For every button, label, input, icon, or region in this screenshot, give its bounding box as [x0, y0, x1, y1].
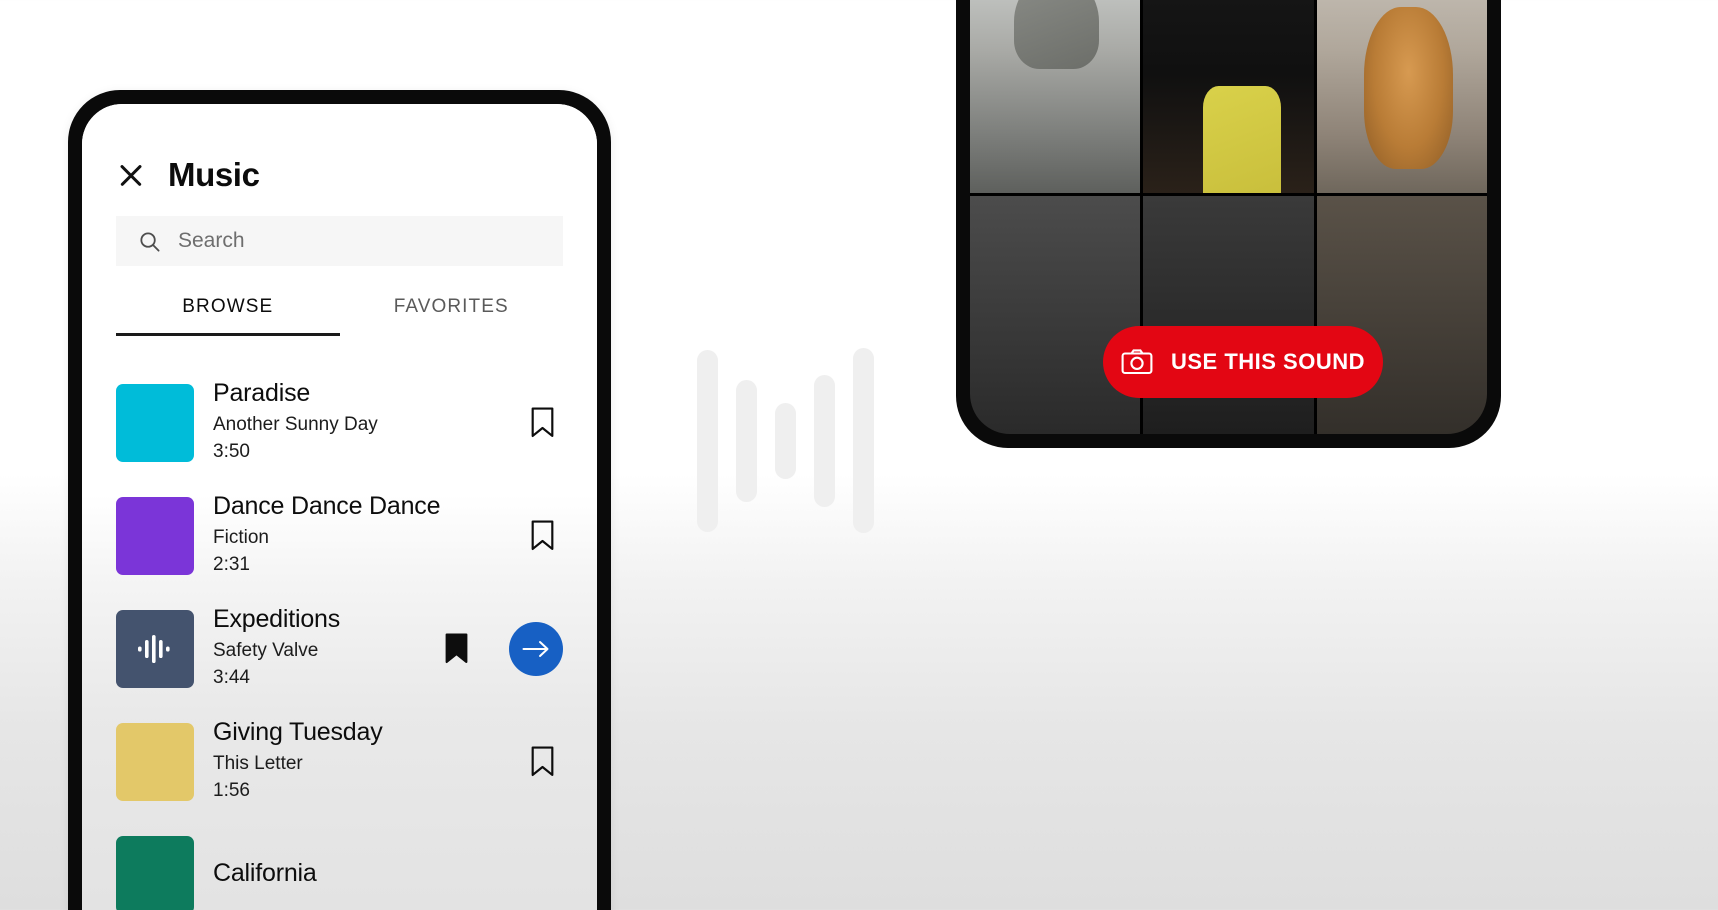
- left-phone-frame: Music BROWSE FAVORITES Paradise Another S…: [68, 90, 611, 910]
- song-meta: California: [213, 859, 563, 891]
- search-icon: [140, 231, 160, 252]
- song-duration: 1:56: [213, 780, 250, 802]
- song-meta: Expeditions Safety Valve 3:44: [213, 605, 435, 692]
- waveform-bar: [697, 349, 718, 532]
- song-title: Paradise: [213, 379, 311, 408]
- song-row[interactable]: California: [116, 818, 563, 910]
- use-this-sound-button[interactable]: USE THIS SOUND: [1103, 326, 1383, 398]
- song-artist: Safety Valve: [213, 639, 319, 661]
- song-artist: Fiction: [213, 526, 269, 548]
- song-list: Paradise Another Sunny Day 3:50 Dance Dance…: [116, 366, 563, 910]
- video-thumbnail[interactable]: [1316, 0, 1487, 193]
- bookmark-outline-icon[interactable]: [521, 746, 563, 777]
- video-thumbnail[interactable]: [1316, 196, 1487, 434]
- waveform-bar: [736, 379, 757, 502]
- arrow-right-button[interactable]: [509, 621, 563, 676]
- left-phone-screen: Music BROWSE FAVORITES Paradise Another S…: [82, 104, 597, 910]
- bookmark-outline-icon[interactable]: [521, 407, 563, 438]
- right-phone-screen: 4M views44K views42K views USE THIS SOUN…: [970, 0, 1487, 434]
- video-thumbnail[interactable]: [1143, 0, 1314, 193]
- song-artist: This Letter: [213, 752, 303, 774]
- song-duration: 3:50: [213, 441, 250, 463]
- song-title: California: [213, 858, 317, 887]
- music-picker-panel: Music BROWSE FAVORITES Paradise Another S…: [82, 104, 597, 910]
- waveform-bar: [814, 374, 835, 507]
- song-duration: 3:44: [213, 667, 250, 689]
- song-row[interactable]: Expeditions Safety Valve 3:44: [116, 592, 563, 705]
- video-thumbnail[interactable]: [970, 0, 1141, 193]
- song-meta: Dance Dance Dance Fiction 2:31: [213, 492, 521, 579]
- tab-bar: BROWSE FAVORITES: [116, 296, 563, 336]
- song-title: Giving Tuesday: [213, 718, 383, 747]
- song-title: Dance Dance Dance: [213, 492, 441, 521]
- camera-icon: [1121, 349, 1153, 375]
- search-bar[interactable]: [116, 216, 563, 266]
- music-header: Music: [116, 104, 563, 200]
- song-meta: Giving Tuesday This Letter 1:56: [213, 718, 521, 805]
- album-art: [116, 496, 194, 575]
- waveform-decoration: [697, 348, 877, 533]
- song-duration: 2:31: [213, 554, 250, 576]
- video-thumbnail[interactable]: [1143, 196, 1314, 434]
- waveform-bar: [853, 348, 874, 533]
- song-title: Expeditions: [213, 605, 341, 634]
- video-thumbnail[interactable]: [970, 196, 1141, 434]
- page-title: Music: [168, 156, 260, 193]
- right-phone-frame: 4M views44K views42K views USE THIS SOUN…: [956, 0, 1501, 448]
- album-art: [116, 835, 194, 910]
- album-art: [116, 383, 194, 462]
- album-art: [116, 609, 194, 688]
- close-icon[interactable]: [116, 160, 146, 190]
- song-meta: Paradise Another Sunny Day 3:50: [213, 379, 521, 466]
- song-row[interactable]: Paradise Another Sunny Day 3:50: [116, 366, 563, 479]
- song-row[interactable]: Dance Dance Dance Fiction 2:31: [116, 479, 563, 592]
- waveform-bar: [775, 402, 796, 479]
- bookmark-outline-icon[interactable]: [521, 520, 563, 551]
- song-artist: Another Sunny Day: [213, 413, 378, 435]
- song-row[interactable]: Giving Tuesday This Letter 1:56: [116, 705, 563, 818]
- tab-favorites[interactable]: FAVORITES: [340, 296, 564, 336]
- album-art: [116, 722, 194, 801]
- bookmark-filled-icon[interactable]: [435, 633, 477, 664]
- use-this-sound-label: USE THIS SOUND: [1170, 349, 1366, 374]
- search-input[interactable]: [178, 229, 541, 253]
- tab-browse[interactable]: BROWSE: [116, 296, 340, 336]
